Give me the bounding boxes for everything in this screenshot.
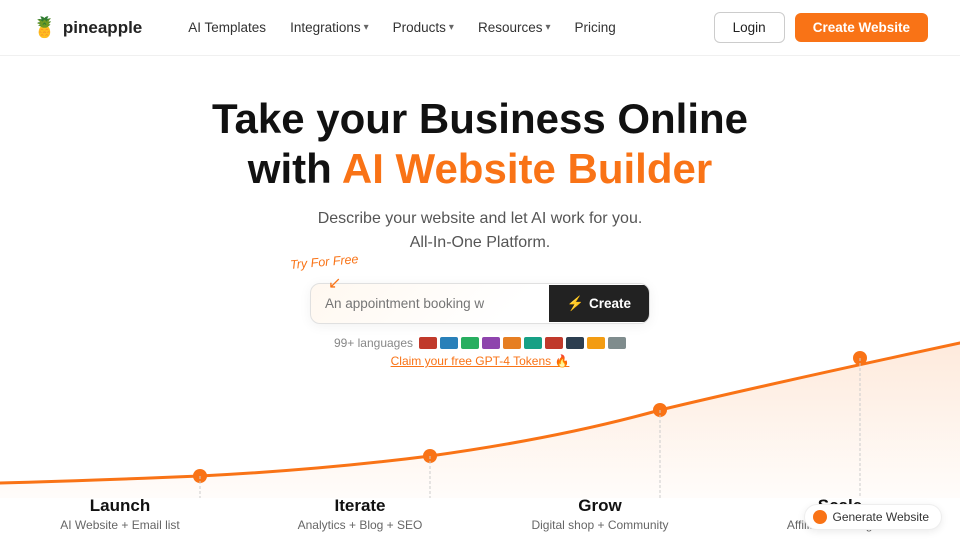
website-description-input[interactable]: [311, 284, 549, 323]
login-button[interactable]: Login: [714, 12, 785, 43]
stage-iterate-name: Iterate: [240, 496, 480, 516]
stage-launch: Launch AI Website + Email list: [0, 496, 240, 540]
nav-actions: Login Create Website: [714, 12, 928, 43]
lightning-icon: ⚡: [567, 295, 584, 312]
hero-section: Take your Business Online with AI Websit…: [0, 56, 960, 368]
stage-launch-name: Launch: [0, 496, 240, 516]
logo-text: pineapple: [63, 18, 142, 38]
stage-grow-desc: Digital shop + Community: [480, 518, 720, 532]
integrations-chevron-icon: ▾: [364, 22, 369, 33]
stage-grow: Grow Digital shop + Community: [480, 496, 720, 540]
generate-website-badge[interactable]: Generate Website: [804, 504, 943, 530]
nav-item-integrations[interactable]: Integrations ▾: [280, 14, 379, 41]
resources-chevron-icon: ▾: [545, 22, 550, 33]
nav-links: AI Templates Integrations ▾ Products ▾ R…: [178, 14, 713, 41]
create-button[interactable]: ⚡ Create: [549, 285, 649, 322]
navbar: 🍍 pineapple AI Templates Integrations ▾ …: [0, 0, 960, 56]
nav-item-products[interactable]: Products ▾: [383, 14, 464, 41]
hero-subtitle: Describe your website and let AI work fo…: [0, 207, 960, 255]
nav-item-pricing[interactable]: Pricing: [565, 14, 626, 41]
generate-dot-icon: [813, 510, 827, 524]
try-label: Try For Free: [290, 252, 359, 272]
logo[interactable]: 🍍 pineapple: [32, 15, 142, 40]
create-website-button[interactable]: Create Website: [795, 13, 928, 42]
create-input-row: ⚡ Create: [310, 283, 650, 324]
stage-iterate-desc: Analytics + Blog + SEO: [240, 518, 480, 532]
stage-launch-desc: AI Website + Email list: [0, 518, 240, 532]
nav-item-resources[interactable]: Resources ▾: [468, 14, 561, 41]
logo-icon: 🍍: [32, 15, 57, 40]
generate-badge-label: Generate Website: [833, 510, 930, 524]
hero-title: Take your Business Online with AI Websit…: [0, 94, 960, 193]
nav-item-ai-templates[interactable]: AI Templates: [178, 14, 276, 41]
try-arrow-icon: ↙: [328, 273, 341, 293]
stage-iterate: Iterate Analytics + Blog + SEO: [240, 496, 480, 540]
input-wrapper: Try For Free ↙ ⚡ Create: [310, 283, 650, 324]
stage-grow-name: Grow: [480, 496, 720, 516]
products-chevron-icon: ▾: [449, 22, 454, 33]
